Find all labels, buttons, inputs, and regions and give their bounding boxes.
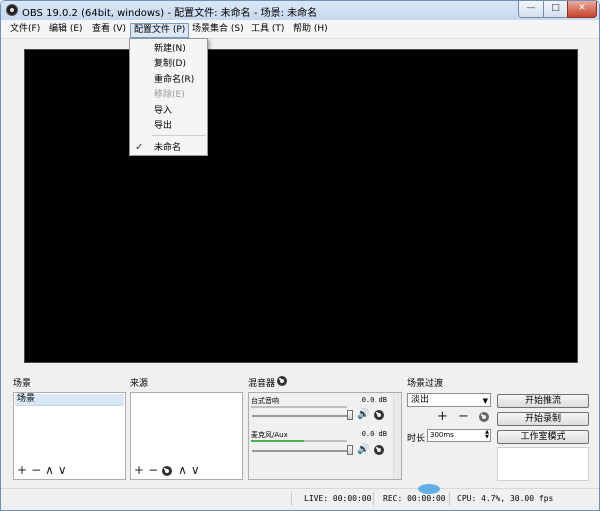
sources-toolbar: + − ∧ ∨ xyxy=(134,464,204,476)
duration-value: 300ms xyxy=(430,431,454,439)
add-source-button[interactable]: + xyxy=(134,464,144,476)
menu-file[interactable]: 文件(F) xyxy=(7,23,43,38)
move-source-up-button[interactable]: ∧ xyxy=(178,464,187,476)
transition-select[interactable]: 淡出 ▼ xyxy=(407,393,491,407)
track-name: 麦克风/Aux xyxy=(251,431,288,439)
menu-help[interactable]: 帮助 (H) xyxy=(290,23,331,38)
maximize-button[interactable]: □ xyxy=(543,1,568,18)
profile-dropdown-menu: 新建(N) 复制(D) 重命名(R) 移除(E) 导入 导出 ✓ 未命名 xyxy=(129,38,208,156)
window-title: OBS 19.0.2 (64bit, windows) - 配置文件: 未命名 … xyxy=(22,8,318,19)
sources-title: 来源 xyxy=(130,379,149,389)
volume-slider[interactable] xyxy=(252,415,352,417)
transition-properties-gear-icon[interactable] xyxy=(479,411,490,422)
remove-source-button[interactable]: − xyxy=(148,464,158,476)
checkmark-icon: ✓ xyxy=(135,142,144,153)
add-transition-button[interactable]: + xyxy=(437,409,448,424)
track-settings-gear-icon[interactable] xyxy=(374,410,384,420)
transitions-title: 场景过渡 xyxy=(407,379,444,389)
audio-meter xyxy=(251,440,347,442)
scenes-title: 场景 xyxy=(13,379,32,389)
obs-logo-icon xyxy=(6,4,18,16)
status-divider xyxy=(291,492,292,506)
start-recording-button[interactable]: 开始录制 xyxy=(497,412,589,426)
volume-slider-handle[interactable] xyxy=(347,445,353,455)
speaker-icon[interactable]: 🔊 xyxy=(357,410,369,420)
mixer-scrollbar[interactable] xyxy=(393,393,401,479)
studio-mode-button[interactable]: 工作室模式 xyxy=(497,430,589,444)
menu-profile[interactable]: 配置文件 (P) xyxy=(130,23,190,38)
list-item[interactable]: 场景 xyxy=(15,394,124,406)
obs-window: OBS 19.0.2 (64bit, windows) - 配置文件: 未命名 … xyxy=(0,0,600,511)
menu-item-remove: 移除(E) xyxy=(154,90,185,100)
menu-item-export[interactable]: 导出 xyxy=(154,120,172,132)
preview-canvas[interactable] xyxy=(24,49,578,363)
menu-view[interactable]: 查看 (V) xyxy=(89,23,129,38)
mixer-panel: 台式音响 0.0 dB 🔊 麦克风/Aux 0.0 dB 🔊 xyxy=(248,392,402,480)
spin-arrows-icon[interactable]: ▲ ▼ xyxy=(485,430,489,440)
menu-item-profile-unnamed[interactable]: 未命名 xyxy=(154,142,181,154)
minimize-button[interactable]: — xyxy=(518,1,544,18)
move-source-down-button[interactable]: ∨ xyxy=(191,464,200,476)
live-time: LIVE: 00:00:00 xyxy=(304,494,372,503)
speaker-icon[interactable]: 🔊 xyxy=(357,445,369,455)
scenes-toolbar: + − ∧ ∨ xyxy=(17,464,71,476)
transition-selected-value: 淡出 xyxy=(411,395,430,405)
menu-scene-collection[interactable]: 场景集合 (S) xyxy=(189,23,247,38)
audio-meter xyxy=(251,406,347,408)
status-bar: LIVE: 00:00:00 REC: 00:00:00 CPU: 4.7%, … xyxy=(1,488,599,510)
watermark-logo xyxy=(418,484,440,494)
status-divider xyxy=(373,492,374,506)
controls-empty-area xyxy=(497,447,589,481)
duration-label: 时长 xyxy=(407,434,426,444)
track-volume-db: 0.0 dB xyxy=(361,396,387,404)
rec-time: REC: 00:00:00 xyxy=(383,494,446,503)
menu-item-import[interactable]: 导入 xyxy=(154,105,172,117)
audio-meter-level xyxy=(251,440,304,442)
volume-slider-handle[interactable] xyxy=(347,410,353,420)
add-scene-button[interactable]: + xyxy=(17,464,27,476)
status-divider xyxy=(449,492,450,506)
volume-slider[interactable] xyxy=(252,450,352,452)
title-bar[interactable]: OBS 19.0.2 (64bit, windows) - 配置文件: 未命名 … xyxy=(1,1,599,20)
menu-edit[interactable]: 编辑 (E) xyxy=(46,23,86,38)
menu-bar: 文件(F) 编辑 (E) 查看 (V) 配置文件 (P) 场景集合 (S) 工具… xyxy=(1,20,599,39)
chevron-down-icon: ▼ xyxy=(482,397,488,405)
mixer-title: 混音器 xyxy=(248,379,276,389)
menu-tools[interactable]: 工具 (T) xyxy=(248,23,287,38)
duration-spinbox[interactable]: 300ms ▲ ▼ xyxy=(427,429,491,442)
transition-toolbar: + − xyxy=(437,409,490,424)
track-volume-db: 0.0 dB xyxy=(361,430,387,438)
move-scene-down-button[interactable]: ∨ xyxy=(58,464,67,476)
cpu-fps: CPU: 4.7%, 30.00 fps xyxy=(457,494,554,503)
source-properties-gear-icon[interactable] xyxy=(162,465,173,476)
track-name: 台式音响 xyxy=(251,397,279,405)
move-scene-up-button[interactable]: ∧ xyxy=(45,464,54,476)
menu-item-new[interactable]: 新建(N) xyxy=(154,43,186,55)
menu-item-rename[interactable]: 重命名(R) xyxy=(154,74,194,86)
menu-separator xyxy=(152,135,206,136)
close-button[interactable]: ✕ xyxy=(567,1,597,18)
remove-scene-button[interactable]: − xyxy=(31,464,41,476)
track-settings-gear-icon[interactable] xyxy=(374,445,384,455)
mixer-settings-gear-icon[interactable] xyxy=(277,376,287,386)
remove-transition-button[interactable]: − xyxy=(458,409,469,424)
start-streaming-button[interactable]: 开始推流 xyxy=(497,394,589,408)
menu-item-duplicate[interactable]: 复制(D) xyxy=(154,58,186,70)
